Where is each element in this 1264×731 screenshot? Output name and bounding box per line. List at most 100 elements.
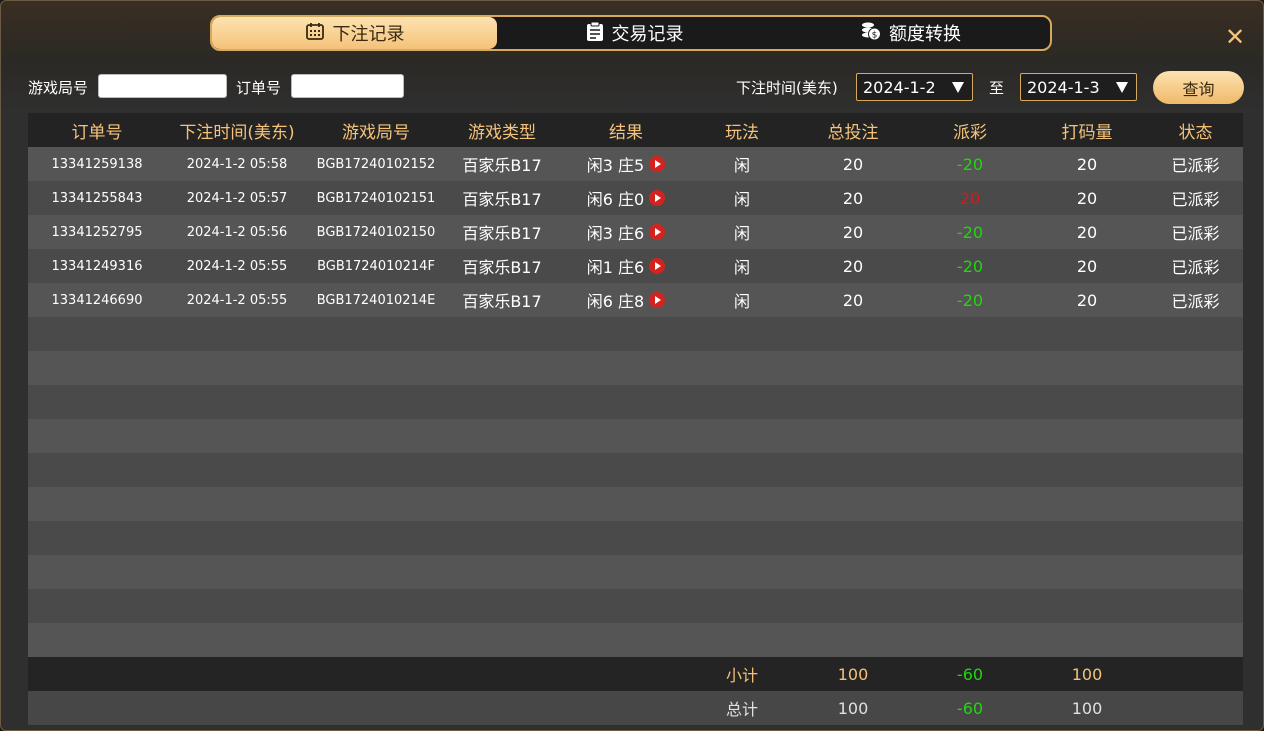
- game-round-label: 游戏局号: [28, 79, 89, 97]
- cell-order: 13341255843: [28, 181, 166, 215]
- cell-status-text: 已派彩: [1171, 292, 1220, 311]
- cell-game: 百家乐B17: [444, 215, 560, 249]
- column-header[interactable]: 游戏类型: [444, 113, 560, 147]
- cell-order: 13341259138: [28, 147, 166, 181]
- column-header[interactable]: 游戏局号: [308, 113, 444, 147]
- total-label: 总计: [725, 700, 758, 719]
- empty-table-row: [28, 419, 1243, 453]
- empty-table-row: [28, 351, 1243, 385]
- column-header[interactable]: 结果: [560, 113, 692, 147]
- cell-order-text: 13341246690: [51, 292, 143, 308]
- cell-payout: -20: [914, 147, 1026, 181]
- cell-result: 闲3 庄6: [560, 215, 692, 249]
- table-row[interactable]: 13341246690 2024-1-2 05:55 BGB1724010214E 百…: [28, 283, 1243, 317]
- replay-play-icon[interactable]: [649, 224, 666, 240]
- cell-payout-text: -20: [956, 256, 984, 276]
- replay-play-icon[interactable]: [649, 190, 666, 206]
- cell-status: 已派彩: [1148, 215, 1243, 249]
- order-number-input[interactable]: [291, 74, 404, 98]
- tab-credit-transfer[interactable]: $ 额度转换: [772, 17, 1050, 49]
- cell-round: BGB17240102150: [308, 215, 444, 249]
- query-button[interactable]: 查询: [1153, 71, 1244, 104]
- cell-turnover-text: 20: [1076, 188, 1098, 208]
- tab-bar: 下注记录 交易记录 $ 额度转换: [210, 15, 1052, 51]
- cell-status: 已派彩: [1148, 147, 1243, 181]
- cell-play: 闲: [692, 215, 792, 249]
- cell-order: 13341252795: [28, 215, 166, 249]
- cell-round: BGB1724010214F: [308, 249, 444, 283]
- date-to-value: 2024-1-3: [1027, 77, 1100, 97]
- column-header[interactable]: 总投注: [792, 113, 914, 147]
- bet-time-label: 下注时间(美东): [736, 79, 838, 97]
- column-header[interactable]: 状态: [1148, 113, 1243, 147]
- empty-table-row: [28, 487, 1243, 521]
- subtotal-payout: -60: [956, 664, 984, 684]
- cell-round-text: BGB1724010214F: [317, 258, 435, 274]
- table-row[interactable]: 13341252795 2024-1-2 05:56 BGB17240102150 百…: [28, 215, 1243, 249]
- replay-play-icon[interactable]: [649, 292, 666, 308]
- table-row[interactable]: 13341249316 2024-1-2 05:55 BGB1724010214F 百…: [28, 249, 1243, 283]
- cell-result-text: 闲6 庄8: [586, 292, 645, 311]
- replay-play-icon[interactable]: [649, 156, 666, 172]
- cell-order: 13341249316: [28, 249, 166, 283]
- cell-game: 百家乐B17: [444, 147, 560, 181]
- coins-icon: $: [861, 21, 889, 46]
- empty-table-row: [28, 317, 1243, 351]
- cell-order-text: 13341249316: [51, 258, 143, 274]
- cell-payout-text: -20: [956, 290, 984, 310]
- column-header[interactable]: 订单号: [28, 113, 166, 147]
- cell-round-text: BGB17240102152: [316, 156, 436, 172]
- cell-bet: 20: [792, 181, 914, 215]
- total-turnover: 100: [1071, 698, 1103, 718]
- cell-time-text: 2024-1-2 05:55: [186, 258, 288, 274]
- cell-payout-text: -20: [956, 222, 984, 242]
- dropdown-arrow-icon: [952, 82, 964, 93]
- replay-play-icon[interactable]: [649, 258, 666, 274]
- cell-game: 百家乐B17: [444, 181, 560, 215]
- table-row[interactable]: 13341255843 2024-1-2 05:57 BGB17240102151 百…: [28, 181, 1243, 215]
- cell-turnover-text: 20: [1076, 256, 1098, 276]
- cell-status: 已派彩: [1148, 283, 1243, 317]
- date-from-select[interactable]: 2024-1-2: [856, 73, 973, 101]
- cell-round-text: BGB17240102150: [316, 224, 436, 240]
- cell-bet-text: 20: [842, 154, 864, 174]
- cell-bet-text: 20: [842, 188, 864, 208]
- svg-text:$: $: [872, 30, 878, 40]
- date-to-select[interactable]: 2024-1-3: [1020, 73, 1137, 101]
- cell-payout: -20: [914, 215, 1026, 249]
- column-header[interactable]: 下注时间(美东): [166, 113, 308, 147]
- tab-bet-records[interactable]: 下注记录: [212, 17, 497, 49]
- table-row[interactable]: 13341259138 2024-1-2 05:58 BGB17240102152 百…: [28, 147, 1243, 181]
- column-header[interactable]: 打码量: [1026, 113, 1148, 147]
- to-label: 至: [989, 79, 1005, 97]
- column-header[interactable]: 玩法: [692, 113, 792, 147]
- cell-turnover-text: 20: [1076, 222, 1098, 242]
- subtotal-row: 小计 100 -60 100: [28, 657, 1243, 691]
- cell-turnover: 20: [1026, 249, 1148, 283]
- cell-status-text: 已派彩: [1171, 258, 1220, 277]
- cell-turnover-text: 20: [1076, 154, 1098, 174]
- cell-bet-text: 20: [842, 256, 864, 276]
- cell-turnover: 20: [1026, 147, 1148, 181]
- cell-payout: -20: [914, 283, 1026, 317]
- cell-result-text: 闲3 庄5: [586, 156, 645, 175]
- cell-play: 闲: [692, 181, 792, 215]
- cell-payout: -20: [914, 249, 1026, 283]
- cell-play-text: 闲: [733, 292, 750, 311]
- tab-transaction-records[interactable]: 交易记录: [497, 17, 772, 49]
- cell-play-text: 闲: [733, 156, 750, 175]
- game-round-input[interactable]: [98, 74, 227, 98]
- cell-result: 闲1 庄6: [560, 249, 692, 283]
- date-from-value: 2024-1-2: [863, 77, 936, 97]
- cell-status: 已派彩: [1148, 249, 1243, 283]
- empty-table-row: [28, 385, 1243, 419]
- cell-time-text: 2024-1-2 05:56: [186, 224, 288, 240]
- column-header[interactable]: 派彩: [914, 113, 1026, 147]
- cell-play: 闲: [692, 147, 792, 181]
- close-icon[interactable]: ✕: [1223, 25, 1247, 49]
- cell-time: 2024-1-2 05:58: [166, 147, 308, 181]
- cell-payout-text: 20: [959, 188, 981, 208]
- cell-turnover: 20: [1026, 215, 1148, 249]
- cell-turnover-text: 20: [1076, 290, 1098, 310]
- cell-bet-text: 20: [842, 290, 864, 310]
